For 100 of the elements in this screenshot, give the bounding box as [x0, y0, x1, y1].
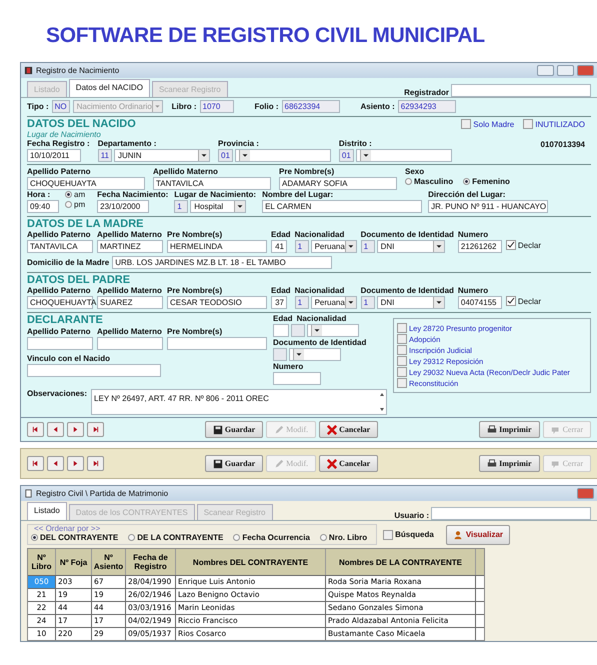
tab[interactable]: Listado — [27, 502, 67, 520]
dropdown[interactable]: Peruana — [310, 240, 357, 253]
code-field[interactable]: 01 — [338, 149, 354, 162]
usuario-field[interactable] — [431, 507, 591, 520]
checkbox[interactable] — [523, 119, 534, 129]
tab[interactable]: Datos del NACIDO — [68, 79, 150, 97]
text-field[interactable]: 37 — [271, 296, 287, 309]
text-field[interactable]: 10/10/2011 — [27, 149, 81, 162]
radio-button[interactable] — [463, 178, 470, 185]
checkbox[interactable] — [397, 378, 407, 388]
code-field[interactable]: 01 — [218, 149, 233, 162]
last-record-button[interactable] — [87, 456, 104, 471]
input-field[interactable] — [27, 364, 161, 377]
dropdown[interactable] — [356, 149, 452, 162]
radio-button[interactable] — [233, 534, 240, 541]
text-field[interactable]: URB. LOS JARDINES MZ.B LT. 18 - EL TAMBO — [112, 256, 332, 269]
checkbox[interactable] — [506, 240, 516, 250]
dropdown[interactable] — [307, 324, 359, 337]
code-field[interactable]: 1 — [174, 200, 188, 213]
checkbox[interactable] — [397, 323, 407, 333]
checkbox[interactable] — [397, 334, 407, 344]
code-field[interactable]: 1 — [360, 296, 375, 309]
text-field[interactable]: MARTINEZ — [97, 240, 163, 253]
checkbox[interactable] — [383, 530, 394, 540]
radio-button[interactable] — [65, 191, 72, 198]
checkbox[interactable] — [397, 356, 407, 366]
page-heading: SOFTWARE DE REGISTRO CIVIL MUNICIPAL — [45, 23, 486, 49]
code-field[interactable]: 1 — [294, 296, 309, 309]
input-field[interactable] — [273, 372, 321, 385]
text-field[interactable]: JR. PUNO Nº 911 - HUANCAYO — [428, 200, 548, 213]
close-button[interactable] — [577, 65, 594, 76]
field-label: Observaciones: — [27, 389, 88, 398]
text-field[interactable]: 1070 — [200, 100, 234, 113]
input-field[interactable] — [273, 324, 289, 337]
code-field[interactable] — [291, 324, 305, 337]
next-record-button[interactable] — [67, 422, 84, 437]
text-field[interactable]: EL CARMEN — [262, 200, 422, 213]
text-field[interactable]: TANTAVILCA — [153, 177, 271, 190]
field-label: Lugar de Nacimiento: — [174, 190, 256, 199]
radio-button[interactable] — [65, 201, 72, 208]
first-record-button[interactable] — [27, 456, 44, 471]
radio-button[interactable] — [320, 534, 327, 541]
cancel-button[interactable]: Cancelar — [319, 455, 378, 472]
dropdown[interactable] — [234, 149, 331, 162]
minimize-button[interactable] — [537, 65, 554, 76]
radio-button[interactable] — [31, 534, 38, 541]
checkbox[interactable] — [397, 345, 407, 355]
last-record-button[interactable] — [87, 422, 104, 437]
radio-button[interactable] — [405, 178, 412, 185]
text-field[interactable]: CESAR TEODOSIO — [167, 296, 267, 309]
print-button[interactable]: Imprimir — [479, 455, 540, 472]
save-button[interactable]: Guardar — [204, 455, 264, 472]
observations-field[interactable]: LEY Nº 26497, ART. 47 RR. Nº 806 - 2011 OREC — [91, 389, 387, 415]
code-field[interactable]: NO — [52, 100, 70, 113]
dropdown[interactable]: Peruana — [310, 296, 357, 309]
text-field[interactable]: 62934293 — [398, 100, 456, 113]
code-field[interactable]: 1 — [294, 240, 309, 253]
visualizar-button[interactable]: Visualizar — [446, 524, 510, 544]
checkbox[interactable] — [397, 367, 407, 377]
cancel-button[interactable]: Cancelar — [319, 421, 378, 438]
previous-record-button[interactable] — [47, 422, 64, 437]
text-field[interactable]: 21261262 — [458, 240, 502, 253]
input-field[interactable] — [167, 337, 267, 350]
input-field[interactable] — [97, 337, 163, 350]
text-field[interactable]: HERMELINDA — [167, 240, 267, 253]
checkbox[interactable] — [506, 296, 516, 306]
text-field[interactable]: 41 — [271, 240, 287, 253]
dropdown[interactable]: DNI — [376, 240, 445, 253]
text-field[interactable]: 09:40 — [27, 200, 59, 213]
field-label: Numero — [273, 362, 304, 371]
next-record-button[interactable] — [67, 456, 84, 471]
checkbox[interactable] — [461, 119, 472, 129]
first-record-button[interactable] — [27, 422, 44, 437]
previous-record-button[interactable] — [47, 456, 64, 471]
printer-icon — [487, 458, 498, 468]
dropdown[interactable]: Hospital — [190, 200, 246, 213]
text-field[interactable]: 68623394 — [282, 100, 340, 113]
scrollbar-icon — [379, 391, 385, 413]
dropdown[interactable]: JUNIN — [114, 149, 210, 162]
printer-icon — [487, 424, 498, 434]
dropdown[interactable] — [289, 348, 341, 361]
input-field[interactable] — [27, 337, 93, 350]
code-field[interactable]: 1 — [360, 240, 375, 253]
text-field[interactable]: TANTAVILCA — [27, 240, 93, 253]
code-field[interactable]: 11 — [98, 149, 112, 162]
radio-button[interactable] — [128, 534, 136, 541]
text-field[interactable]: 04074155 — [458, 296, 502, 309]
text-field[interactable]: ADAMARY SOFIA — [279, 177, 397, 190]
text-field[interactable]: SUAREZ — [97, 296, 163, 309]
close-button[interactable] — [577, 488, 594, 499]
registrador-field[interactable] — [451, 84, 591, 97]
checkbox-label: Solo Madre — [473, 120, 514, 128]
save-button[interactable]: Guardar — [204, 421, 264, 438]
field-label: Domicilio de la Madre — [27, 258, 110, 267]
print-button[interactable]: Imprimir — [479, 421, 540, 438]
dropdown[interactable]: DNI — [376, 296, 445, 309]
maximize-button[interactable] — [557, 65, 574, 76]
text-field[interactable]: CHOQUEHUAYTA — [27, 177, 145, 190]
text-field[interactable]: 23/10/2000 — [97, 200, 150, 213]
code-field[interactable] — [273, 348, 287, 361]
